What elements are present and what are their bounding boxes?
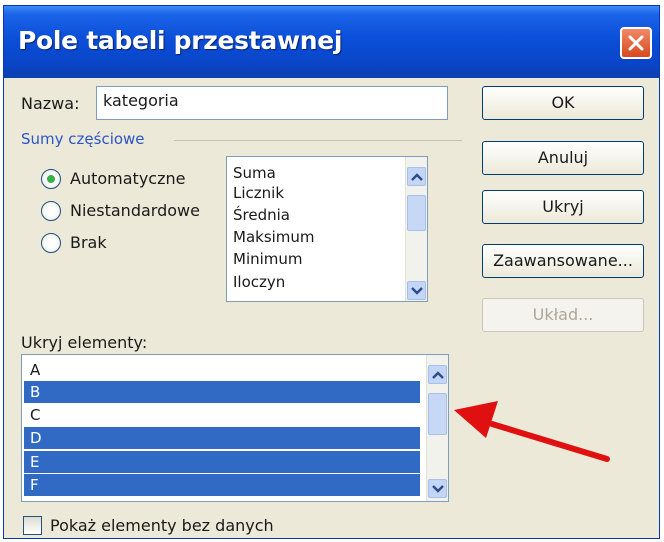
close-icon (628, 35, 644, 51)
dialog-title: Pole tabeli przestawnej (18, 26, 343, 55)
name-label: Nazwa: (21, 94, 80, 113)
scroll-down-button[interactable] (428, 479, 447, 498)
close-button[interactable] (620, 27, 652, 59)
scroll-thumb[interactable] (407, 195, 426, 231)
chevron-up-icon (432, 371, 444, 379)
list-item[interactable]: Maksimum (233, 227, 315, 247)
scroll-down-button[interactable] (407, 281, 426, 300)
group-divider (174, 140, 462, 141)
pivot-field-dialog: Pole tabeli przestawnej Nazwa: kategoria… (3, 5, 660, 539)
ok-button[interactable]: OK (482, 86, 644, 120)
list-item[interactable]: Iloczyn (233, 272, 285, 292)
hide-items-label: Ukryj elementy: (21, 333, 148, 352)
table-row[interactable]: F (24, 474, 420, 496)
advanced-button[interactable]: Zaawansowane... (482, 244, 644, 278)
list-item[interactable]: Średnia (233, 205, 290, 225)
functions-scrollbar[interactable] (405, 157, 427, 301)
show-items-no-data-label: Pokaż elementy bez danych (50, 516, 274, 535)
list-item[interactable]: Minimum (233, 249, 303, 269)
chevron-down-icon (411, 287, 423, 295)
radio-label-custom: Niestandardowe (70, 201, 200, 220)
subtotals-group-label: Sumy częściowe (21, 130, 145, 148)
chevron-down-icon (432, 485, 444, 493)
show-items-no-data-checkbox[interactable] (23, 516, 42, 535)
scroll-thumb[interactable] (428, 393, 447, 435)
title-bar[interactable]: Pole tabeli przestawnej (4, 6, 659, 78)
table-row[interactable]: D (24, 427, 420, 449)
radio-none[interactable] (41, 233, 61, 253)
layout-button[interactable]: Układ... (482, 298, 644, 332)
radio-label-none: Brak (70, 233, 107, 252)
hide-items-list[interactable]: A B C D E F (21, 354, 449, 502)
table-row[interactable]: A (24, 359, 420, 381)
table-row[interactable]: B (24, 381, 420, 403)
name-input[interactable]: kategoria (96, 86, 448, 120)
scroll-up-button[interactable] (428, 365, 447, 384)
table-row[interactable]: E (24, 451, 420, 473)
hide-button[interactable]: Ukryj (482, 190, 644, 224)
radio-label-automatic: Automatyczne (70, 169, 186, 188)
radio-custom[interactable] (41, 201, 61, 221)
cancel-button[interactable]: Anuluj (482, 141, 644, 175)
radio-selected-dot (47, 175, 55, 183)
chevron-up-icon (411, 173, 423, 181)
radio-automatic[interactable] (41, 169, 61, 189)
table-row[interactable]: C (24, 404, 420, 426)
items-scrollbar[interactable] (426, 355, 448, 501)
subtotal-functions-list[interactable]: Suma Licznik Średnia Maksimum Minimum Il… (226, 156, 428, 302)
list-item[interactable]: Licznik (233, 183, 284, 203)
scroll-up-button[interactable] (407, 167, 426, 186)
list-item[interactable]: Suma (233, 163, 276, 183)
